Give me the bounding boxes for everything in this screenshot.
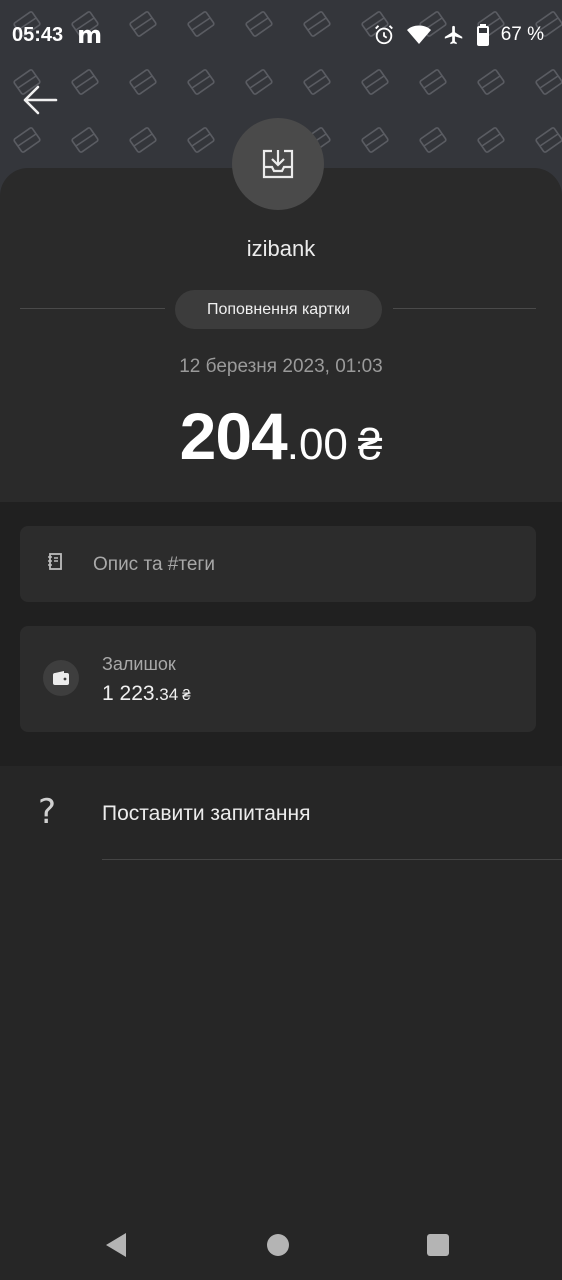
ask-question-row[interactable]: ? Поставити запитання xyxy=(0,766,562,860)
question-icon: ? xyxy=(38,792,57,832)
status-time: 05:43 xyxy=(12,23,64,46)
wallet-icon xyxy=(53,671,69,685)
battery-percentage: 67 % xyxy=(500,24,544,45)
balance-decimal: .34 xyxy=(154,685,179,704)
transaction-date: 12 березня 2023, 01:03 xyxy=(179,356,383,377)
app-notification-icon: m xyxy=(77,21,103,49)
balance-label: Залишок xyxy=(102,654,176,674)
navigation-bar xyxy=(0,1210,562,1280)
transaction-type-icon-circle xyxy=(232,118,324,210)
amount-integer: 204 xyxy=(179,399,288,473)
description-tags-field[interactable]: Опис та #теги xyxy=(20,526,536,602)
notebook-icon xyxy=(48,553,62,570)
arrow-left-icon xyxy=(23,85,58,115)
download-tray-icon xyxy=(262,149,294,179)
battery-icon xyxy=(476,24,489,46)
nav-home-button[interactable] xyxy=(267,1234,289,1256)
airplane-icon xyxy=(444,25,462,45)
balance-integer: 1 223 xyxy=(102,682,155,705)
description-placeholder: Опис та #теги xyxy=(93,554,215,575)
divider-right xyxy=(393,308,536,309)
status-bar: 05:43 m 67 % xyxy=(0,0,562,70)
category-chip[interactable]: Поповнення картки xyxy=(175,290,382,329)
wifi-icon xyxy=(406,25,431,44)
ask-question-divider xyxy=(102,859,562,860)
ask-question-label: Поставити запитання xyxy=(102,802,311,825)
alarm-icon xyxy=(374,25,393,45)
transaction-amount: 204.00 ₴ xyxy=(0,398,562,474)
balance-value: 1 223.34 ₴ xyxy=(102,682,191,706)
merchant-name: izibank xyxy=(246,236,316,261)
nav-recents-button[interactable] xyxy=(427,1234,449,1256)
divider-left xyxy=(20,308,165,309)
wallet-icon-circle xyxy=(43,660,79,696)
balance-card: Залишок 1 223.34 ₴ xyxy=(20,626,536,732)
amount-currency: ₴ xyxy=(357,420,383,469)
back-button[interactable] xyxy=(18,78,62,122)
amount-decimal: .00 xyxy=(286,420,348,469)
nav-back-button[interactable] xyxy=(104,1232,128,1258)
balance-currency: ₴ xyxy=(182,687,191,704)
